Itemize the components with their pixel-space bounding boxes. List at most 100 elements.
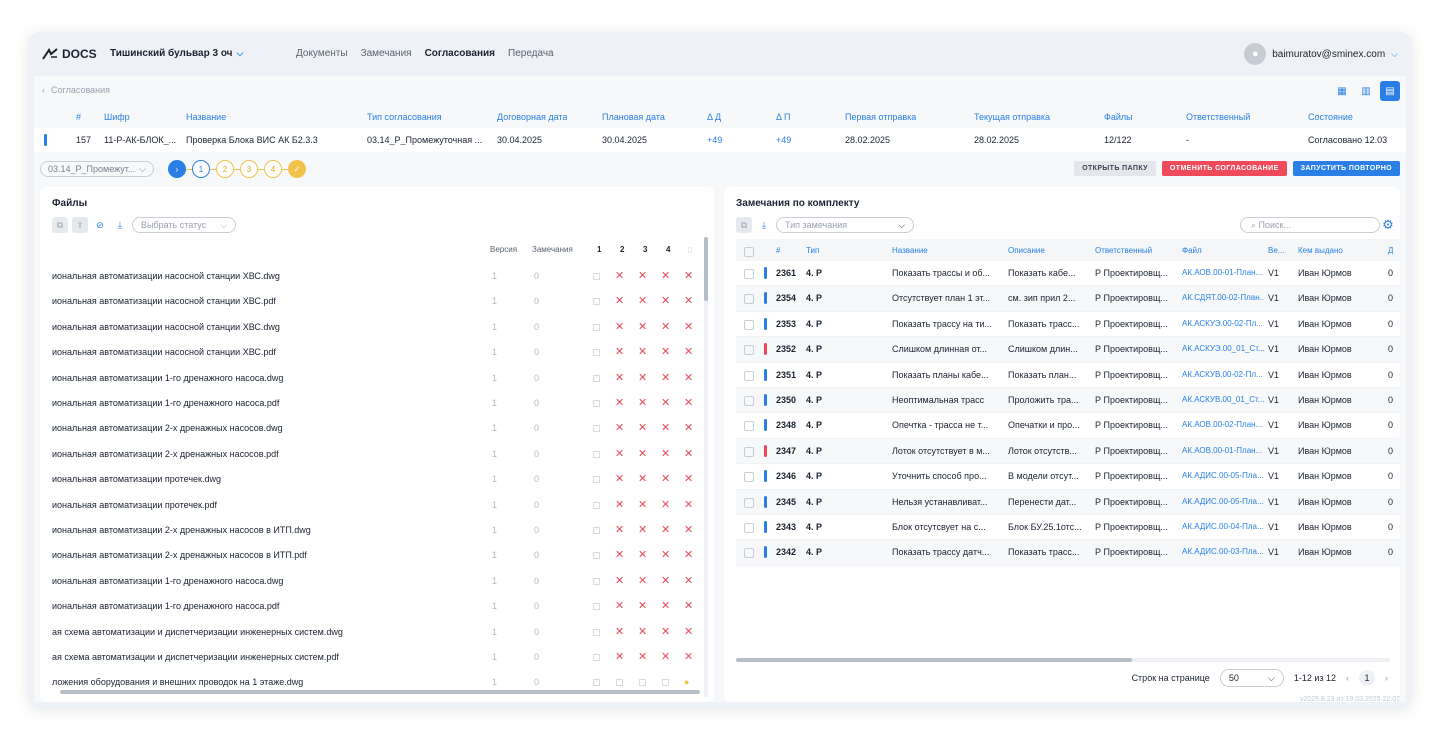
- file-name[interactable]: иональная автоматизации 1-го дренажного …: [52, 398, 472, 408]
- stage-step-current[interactable]: ›: [168, 160, 186, 178]
- stage-step-1[interactable]: 1: [192, 160, 210, 178]
- file-name[interactable]: иональная автоматизации 2-х дренажных на…: [52, 449, 472, 459]
- reject-icon[interactable]: ✕: [661, 548, 670, 561]
- link-icon[interactable]: ⧉: [52, 217, 68, 233]
- file-row[interactable]: иональная автоматизации насосной станции…: [40, 289, 700, 314]
- reject-icon[interactable]: ✕: [684, 574, 693, 587]
- col-header-file[interactable]: Файл: [1182, 246, 1202, 255]
- scroll-thumb[interactable]: [736, 658, 1132, 662]
- row-checkbox[interactable]: [744, 523, 754, 533]
- reject-icon[interactable]: ✕: [615, 447, 624, 460]
- reject-icon[interactable]: ✕: [661, 599, 670, 612]
- comment-icon[interactable]: ▢: [592, 322, 601, 333]
- file-row[interactable]: ая схема автоматизации и диспетчеризации…: [40, 620, 700, 645]
- reject-icon[interactable]: ✕: [615, 320, 624, 333]
- file-row[interactable]: иональная автоматизации насосной станции…: [40, 315, 700, 340]
- comment-icon[interactable]: ▢: [592, 627, 601, 638]
- row-checkbox[interactable]: [744, 345, 754, 356]
- download-icon[interactable]: ⤓: [112, 217, 128, 233]
- reject-icon[interactable]: ✕: [684, 269, 693, 282]
- comment-icon[interactable]: ▢: [592, 677, 601, 688]
- view-columns-icon[interactable]: ▥: [1356, 81, 1376, 101]
- reject-icon[interactable]: ✕: [615, 599, 624, 612]
- remark-row[interactable]: 2348 4. Р Опечтка - трасса не т... Опечатки…: [736, 413, 1400, 439]
- comment-icon[interactable]: ▢: [592, 576, 601, 587]
- file-row[interactable]: иональная автоматизации 2-х дренажных на…: [40, 416, 700, 441]
- reject-icon[interactable]: ✕: [638, 345, 647, 358]
- files-vertical-scrollbar[interactable]: [704, 237, 708, 697]
- comment-icon[interactable]: ▢: [592, 373, 601, 384]
- reject-icon[interactable]: ✕: [615, 574, 624, 587]
- file-name[interactable]: ая схема автоматизации и диспетчеризации…: [52, 652, 472, 662]
- remark-file-link[interactable]: АК.АДИС.00-04-Пла...: [1182, 522, 1264, 531]
- prev-page-icon[interactable]: ‹: [1346, 673, 1349, 683]
- file-name[interactable]: ложения оборудования и внешних проводок …: [52, 677, 472, 687]
- file-name[interactable]: иональная автоматизации 1-го дренажного …: [52, 373, 472, 383]
- reject-icon[interactable]: ✕: [638, 472, 647, 485]
- col-header-description[interactable]: Описание: [1008, 246, 1045, 255]
- remarks-horizontal-scrollbar[interactable]: [736, 658, 1390, 662]
- stage-step-2[interactable]: 2: [216, 160, 234, 178]
- reject-icon[interactable]: ✕: [638, 548, 647, 561]
- reject-icon[interactable]: ✕: [638, 625, 647, 638]
- col-header-state[interactable]: Состояние: [1308, 112, 1353, 122]
- file-row[interactable]: иональная автоматизации 1-го дренажного …: [40, 594, 700, 619]
- reject-icon[interactable]: ✕: [615, 396, 624, 409]
- file-name[interactable]: иональная автоматизации 1-го дренажного …: [52, 576, 472, 586]
- files-horizontal-scrollbar[interactable]: [60, 690, 700, 694]
- comment-icon[interactable]: ▢: [592, 423, 601, 434]
- reject-icon[interactable]: ✕: [615, 345, 624, 358]
- reject-icon[interactable]: ✕: [615, 294, 624, 307]
- comment-icon[interactable]: ▢: [592, 449, 601, 460]
- file-row[interactable]: иональная автоматизации 1-го дренажного …: [40, 569, 700, 594]
- rows-per-page-select[interactable]: 50 ⌵: [1219, 669, 1284, 687]
- breadcrumb[interactable]: ‹ Согласования: [42, 85, 110, 95]
- comment-icon[interactable]: ▢: [592, 550, 601, 561]
- remark-file-link[interactable]: АК.АСКУВ.00-02-Пл...: [1182, 370, 1264, 379]
- row-checkbox[interactable]: [744, 294, 754, 305]
- col-header-plan-date[interactable]: Плановая дата: [602, 112, 665, 122]
- file-row[interactable]: иональная автоматизации протечек.pdf 1 0 ▢ ✕…: [40, 493, 700, 518]
- reject-icon[interactable]: ✕: [684, 294, 693, 307]
- reject-icon[interactable]: ✕: [684, 320, 693, 333]
- reject-icon[interactable]: ✕: [661, 269, 670, 282]
- row-checkbox[interactable]: [744, 497, 754, 508]
- reject-icon[interactable]: ✕: [661, 371, 670, 384]
- remark-file-link[interactable]: АК.АСКУЭ.00_01_Ст...: [1182, 344, 1264, 353]
- col-header-version[interactable]: Версия: [490, 245, 517, 259]
- comment-icon[interactable]: ▢: [592, 296, 601, 307]
- file-name[interactable]: иональная автоматизации 2-х дренажных на…: [52, 423, 472, 433]
- restart-button[interactable]: ЗАПУСТИТЬ ПОВТОРНО: [1292, 161, 1400, 176]
- file-row[interactable]: иональная автоматизации 2-х дренажных на…: [40, 442, 700, 467]
- file-row[interactable]: иональная автоматизации 1-го дренажного …: [40, 366, 700, 391]
- reject-icon[interactable]: ✕: [661, 396, 670, 409]
- scroll-thumb[interactable]: [704, 237, 708, 301]
- file-name[interactable]: иональная автоматизации 2-х дренажных на…: [52, 525, 472, 535]
- reject-icon[interactable]: ✕: [638, 650, 647, 663]
- col-header-version[interactable]: Ве...: [1268, 246, 1284, 255]
- reject-icon[interactable]: ✕: [684, 421, 693, 434]
- reject-icon[interactable]: ✕: [661, 294, 670, 307]
- comment-icon[interactable]: ▢: [615, 677, 624, 688]
- col-header-current-send[interactable]: Текущая отправка: [974, 112, 1050, 122]
- row-checkbox[interactable]: [744, 269, 754, 279]
- file-name[interactable]: ая схема автоматизации и диспетчеризации…: [52, 627, 472, 637]
- view-grid-icon[interactable]: ▦: [1332, 81, 1352, 101]
- reject-icon[interactable]: ✕: [684, 345, 693, 358]
- row-checkbox[interactable]: [744, 472, 754, 483]
- approval-row[interactable]: 157 11-Р-АК-БЛОК_... Проверка Блока ВИС …: [34, 128, 1406, 152]
- remark-row[interactable]: 2353 4. Р Показать трассу на ти... Показать…: [736, 311, 1400, 338]
- reject-icon[interactable]: ✕: [615, 472, 624, 485]
- reject-icon[interactable]: ✕: [638, 320, 647, 333]
- col-header-id[interactable]: #: [776, 246, 780, 255]
- row-checkbox[interactable]: [744, 319, 754, 330]
- remark-file-link[interactable]: АК.СДЯТ.00-02-План...: [1182, 293, 1264, 302]
- reject-icon[interactable]: ✕: [638, 396, 647, 409]
- reject-icon[interactable]: ✕: [638, 371, 647, 384]
- col-header-responsible[interactable]: Ответственный: [1186, 112, 1250, 122]
- remark-row[interactable]: 2361 4. Р Показать трассы и об... Показать …: [736, 261, 1400, 287]
- comment-icon[interactable]: ▢: [592, 601, 601, 612]
- reject-icon[interactable]: ✕: [638, 599, 647, 612]
- reject-icon[interactable]: ✕: [661, 421, 670, 434]
- remark-file-link[interactable]: АК.АОВ.00-02-План...: [1182, 420, 1264, 429]
